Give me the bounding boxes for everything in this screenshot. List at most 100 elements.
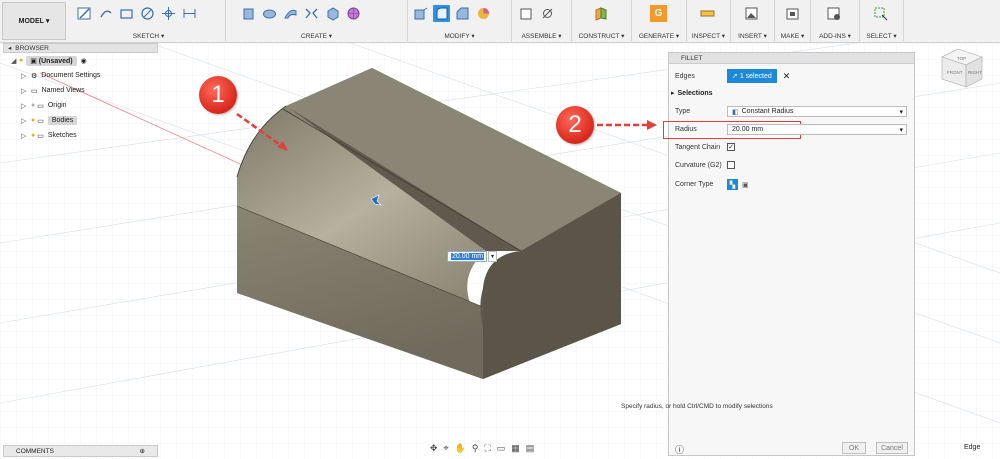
select-group[interactable]: SELECT ▾: [860, 0, 904, 43]
select-icon[interactable]: [872, 5, 889, 22]
comments-title: COMMENTS: [16, 447, 54, 455]
fit-icon[interactable]: ⛶: [484, 443, 490, 454]
chevron-down-icon[interactable]: ▾: [899, 126, 903, 134]
make-group[interactable]: MAKE ▾: [775, 0, 811, 43]
extrude-icon[interactable]: [240, 5, 257, 22]
sphere-icon[interactable]: [345, 5, 362, 22]
setback-corner-icon[interactable]: ▣: [742, 181, 749, 189]
visibility-bulb-icon[interactable]: ●: [19, 57, 23, 64]
clear-selection-icon[interactable]: ✕: [783, 71, 791, 82]
tree-root[interactable]: ◢ ● ▣ (Unsaved) ◉: [3, 53, 158, 68]
cancel-button[interactable]: Cancel: [876, 442, 908, 454]
tangent-chain-checkbox[interactable]: ✓: [727, 143, 735, 151]
add-ins-group[interactable]: ADD-INS ▾: [811, 0, 860, 43]
visibility-bulb-icon[interactable]: ●: [31, 117, 35, 124]
line-icon[interactable]: [97, 5, 114, 22]
type-row: Type ◧ Constant Radius ▾: [675, 106, 907, 117]
zoom-icon[interactable]: ⚲: [472, 443, 479, 454]
selections-section[interactable]: ▸ Selections: [671, 89, 713, 98]
modify-group-label: MODIFY: [444, 33, 470, 40]
revolve-icon[interactable]: [261, 5, 278, 22]
assemble-group[interactable]: ASSEMBLE ▾: [512, 0, 572, 43]
expand-icon[interactable]: ▷: [21, 117, 29, 125]
radius-row: Radius 20.00 mm ▾: [675, 124, 907, 135]
sweep-icon[interactable]: [282, 5, 299, 22]
look-at-icon[interactable]: ⌖: [444, 443, 449, 454]
insert-image-icon[interactable]: [743, 5, 760, 22]
sketch-group[interactable]: SKETCH ▾: [72, 0, 226, 43]
insert-group[interactable]: INSERT ▾: [731, 0, 775, 43]
edges-selection-button[interactable]: ➚ 1 selected: [727, 69, 777, 83]
visibility-bulb-icon[interactable]: ●: [31, 132, 35, 139]
tree-item-sketches[interactable]: ▷ ● ▭ Sketches: [3, 128, 158, 143]
add-comment-icon[interactable]: ⊕: [140, 447, 145, 455]
scripts-icon[interactable]: [825, 5, 842, 22]
box-icon[interactable]: [324, 5, 341, 22]
browser-header[interactable]: ◂ BROWSER: [3, 43, 158, 53]
radius-dimension-input[interactable]: 20.00 mm: [447, 251, 487, 262]
marker-2: 2: [556, 106, 594, 144]
workspace-switcher[interactable]: MODEL ▾: [2, 2, 66, 40]
sketch-group-label: SKETCH: [132, 33, 160, 40]
expand-icon[interactable]: ▷: [21, 87, 29, 95]
constraint-icon[interactable]: [181, 5, 198, 22]
appearance-icon[interactable]: [475, 5, 492, 22]
dimension-dropdown-button[interactable]: ▾: [488, 251, 497, 262]
rolling-ball-corner-icon[interactable]: ▚: [727, 179, 738, 190]
browser-collapse-icon[interactable]: ◂: [8, 44, 11, 52]
workspace-label: MODEL: [18, 17, 44, 25]
press-pull-icon[interactable]: [412, 5, 429, 22]
create-sketch-icon[interactable]: [76, 5, 93, 22]
inspect-group[interactable]: INSPECT ▾: [687, 0, 731, 43]
measure-icon[interactable]: [699, 5, 716, 22]
viewports-icon[interactable]: ▤: [526, 443, 535, 454]
expand-icon[interactable]: ▷: [21, 72, 29, 80]
edges-selection-value: 1 selected: [739, 72, 772, 80]
radius-input[interactable]: 20.00 mm ▾: [727, 124, 907, 135]
fillet-dialog-header[interactable]: FILLET: [669, 53, 914, 64]
add-ins-group-label: ADD-INS: [819, 33, 846, 40]
joint-icon[interactable]: [539, 5, 556, 22]
marker-2-label: 2: [568, 111, 582, 138]
browser-panel: ◂ BROWSER ◢ ● ▣ (Unsaved) ◉ ▷ ⚙ Document…: [3, 43, 158, 155]
tree-item-named-views[interactable]: ▷ ▭ Named Views: [3, 83, 158, 98]
browser-title: BROWSER: [15, 44, 49, 52]
circle-icon[interactable]: [139, 5, 156, 22]
ok-button[interactable]: OK: [842, 442, 866, 454]
generate-group[interactable]: G GENERATE ▾: [632, 0, 687, 43]
3d-print-icon[interactable]: [784, 5, 801, 22]
chamfer-icon[interactable]: [454, 5, 471, 22]
generative-design-icon[interactable]: G: [650, 5, 667, 22]
activate-radio-icon[interactable]: ◉: [81, 57, 87, 65]
insert-group-label: INSERT: [738, 33, 762, 40]
visibility-bulb-icon[interactable]: ●: [31, 102, 35, 109]
trim-icon[interactable]: [160, 5, 177, 22]
expand-icon[interactable]: ▷: [21, 102, 29, 110]
loft-icon[interactable]: [303, 5, 320, 22]
construct-group[interactable]: CONSTRUCT ▾: [572, 0, 632, 43]
comments-panel[interactable]: COMMENTS ⊕: [3, 445, 158, 457]
create-group[interactable]: CREATE ▾: [226, 0, 408, 43]
offset-plane-icon[interactable]: [592, 5, 609, 22]
collapse-icon[interactable]: ◢: [11, 57, 19, 65]
modify-group[interactable]: MODIFY ▾: [408, 0, 512, 43]
viewcube-right-label: RIGHT: [968, 70, 982, 75]
construct-group-label: CONSTRUCT: [578, 33, 620, 40]
curvature-checkbox[interactable]: [727, 161, 735, 169]
grid-settings-icon[interactable]: ▦: [511, 443, 520, 454]
fillet-icon[interactable]: [433, 5, 450, 22]
viewcube-front-label: FRONT: [947, 70, 963, 75]
tree-item-document-settings[interactable]: ▷ ⚙ Document Settings: [3, 68, 158, 83]
display-settings-icon[interactable]: ▭: [497, 443, 506, 454]
tree-item-bodies[interactable]: ▷ ● ▭ Bodies: [3, 113, 158, 128]
new-component-icon[interactable]: [518, 5, 535, 22]
tree-item-label: Named Views: [41, 87, 85, 94]
pan-icon[interactable]: ✋: [455, 443, 466, 454]
tree-item-origin[interactable]: ▷ ● ▭ Origin: [3, 98, 158, 113]
orbit-icon[interactable]: ✥: [430, 443, 438, 454]
cursor-icon: ➚: [732, 73, 738, 80]
expand-icon[interactable]: ▷: [21, 132, 29, 140]
rectangle-icon[interactable]: [118, 5, 135, 22]
type-dropdown[interactable]: ◧ Constant Radius ▾: [727, 106, 907, 117]
info-icon[interactable]: ⓘ: [675, 443, 684, 456]
